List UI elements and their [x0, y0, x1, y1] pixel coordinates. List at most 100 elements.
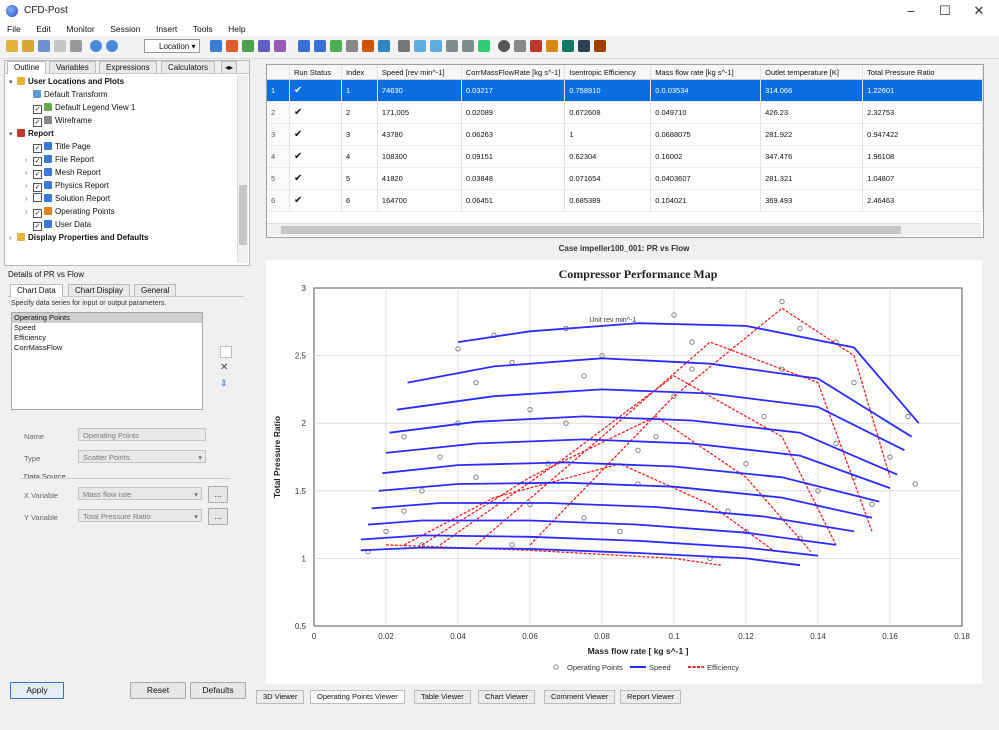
particle-icon[interactable] [258, 40, 270, 52]
column-header[interactable] [267, 65, 290, 80]
visibility-checkbox[interactable]: ✓ [33, 144, 42, 153]
delete-icon[interactable] [398, 40, 410, 52]
expand-icon[interactable]: › [25, 181, 33, 193]
type-dropdown[interactable]: Scatter Points ▾ [78, 450, 206, 463]
report-icon[interactable] [70, 40, 82, 52]
menu-monitor[interactable]: Monitor [66, 22, 94, 36]
table-row[interactable]: 2 ✔ 2 171,005 0.02089 0.672608 0.049710 426.23 2… [267, 101, 983, 124]
visibility-checkbox[interactable]: ✓ [33, 209, 42, 218]
series-item[interactable]: Speed [12, 323, 202, 333]
undo-icon[interactable] [90, 40, 102, 52]
menu-insert[interactable]: Insert [156, 22, 177, 36]
x-variable-dropdown[interactable]: Mass flow rate ▾ [78, 487, 202, 500]
redo-icon[interactable] [106, 40, 118, 52]
figure-icon[interactable] [462, 40, 474, 52]
tree-item[interactable]: › Solution Report [25, 193, 110, 205]
tab-comment-viewer[interactable]: Comment Viewer [544, 690, 616, 704]
table-row[interactable]: 5 ✔ 5 41820 0.03848 0.071654 0.0403607 281.321 1… [267, 167, 983, 190]
tab-expressions[interactable]: Expressions [99, 61, 157, 73]
maximize-button[interactable]: ☐ [931, 2, 959, 20]
y-variable-more-button[interactable]: ... [208, 508, 228, 525]
menu-help[interactable]: Help [228, 22, 245, 36]
tree-item[interactable]: ▾ User Locations and Plots [9, 76, 124, 88]
tree-item[interactable]: › ✓ Operating Points [25, 206, 115, 218]
save-icon[interactable] [38, 40, 50, 52]
series-item[interactable]: CorrMassFlow [12, 343, 202, 353]
new-series-icon[interactable] [220, 346, 232, 358]
column-header[interactable]: Outlet temperature [K] [760, 65, 864, 80]
turbo-icon[interactable] [562, 40, 574, 52]
comment-icon[interactable] [446, 40, 458, 52]
volume-render-icon[interactable] [274, 40, 286, 52]
tab-general[interactable]: General [134, 284, 177, 296]
tab-scroll-arrows[interactable]: ◂▸ [221, 61, 238, 73]
table-row[interactable]: 1 ✔ 1 74630 0.03217 0.758910 0.0.03534 314.066 1… [267, 79, 983, 102]
visibility-checkbox[interactable]: ✓ [33, 157, 42, 166]
legend-icon[interactable] [330, 40, 342, 52]
expand-icon[interactable]: › [9, 233, 17, 245]
tab-report-viewer[interactable]: Report Viewer [620, 690, 682, 704]
location-dropdown[interactable]: Location ▾ [144, 39, 200, 53]
streamline-icon[interactable] [242, 40, 254, 52]
column-header[interactable]: Run Status [289, 65, 342, 80]
column-header[interactable]: Speed [rev min^-1] [377, 65, 462, 80]
close-button[interactable]: ✕ [965, 2, 993, 20]
menu-tools[interactable]: Tools [193, 22, 213, 36]
text-icon[interactable] [298, 40, 310, 52]
chart-icon[interactable] [430, 40, 442, 52]
table-row[interactable]: 6 ✔ 6 164700 0.06451 0.685389 0.104021 369.493 2… [267, 189, 983, 212]
defaults-button[interactable]: Defaults [190, 682, 246, 699]
tab-outline[interactable]: Outline [7, 61, 47, 74]
delete-series-icon[interactable]: ✕ [220, 362, 228, 373]
column-header[interactable]: Total Pressure Ratio [862, 65, 983, 80]
tree-item[interactable]: ▾ Report [9, 128, 54, 140]
visibility-checkbox[interactable]: ✓ [33, 118, 42, 127]
reset-button[interactable]: Reset [130, 682, 186, 699]
view-icon[interactable] [578, 40, 590, 52]
y-variable-dropdown[interactable]: Total Pressure Ratio ▾ [78, 509, 202, 522]
instance-icon[interactable] [346, 40, 358, 52]
column-header[interactable]: CorrMassFlowRate [kg s^-1] [461, 65, 566, 80]
minimize-button[interactable]: – [897, 2, 925, 20]
series-item[interactable]: Operating Points [12, 313, 202, 323]
calculator-icon[interactable] [530, 40, 542, 52]
tab-chart-data[interactable]: Chart Data [10, 284, 63, 297]
outline-scrollbar[interactable] [237, 75, 248, 263]
video-icon[interactable] [478, 40, 490, 52]
tab-3d-viewer[interactable]: 3D Viewer [256, 690, 305, 704]
clip-icon[interactable] [314, 40, 326, 52]
tab-chart-viewer[interactable]: Chart Viewer [478, 690, 536, 704]
name-field[interactable]: Operating Points [78, 428, 206, 441]
tab-calculators[interactable]: Calculators [161, 61, 216, 73]
vector-icon[interactable] [210, 40, 222, 52]
column-header[interactable]: Mass flow rate [kg s^-1] [650, 65, 762, 80]
open-icon[interactable] [22, 40, 34, 52]
tab-chart-display[interactable]: Chart Display [68, 284, 131, 296]
table-row[interactable]: 4 ✔ 4 108300 0.09151 0.62304 0.16002 347.476 1.9… [267, 145, 983, 168]
scrollbar-thumb[interactable] [281, 226, 901, 234]
mesh-icon[interactable] [378, 40, 390, 52]
expand-icon[interactable]: › [25, 194, 33, 206]
apply-button[interactable]: Apply [10, 682, 64, 699]
tree-item[interactable]: ✓ Title Page [25, 141, 91, 153]
tree-item[interactable]: ✓ Default Legend View 1 [25, 102, 135, 114]
menu-file[interactable]: File [7, 22, 21, 36]
expand-icon[interactable]: › [25, 207, 33, 219]
scrollbar-thumb[interactable] [239, 185, 247, 245]
tab-variables[interactable]: Variables [49, 61, 96, 73]
new-icon[interactable] [6, 40, 18, 52]
visibility-checkbox[interactable] [33, 193, 42, 202]
series-list[interactable]: Operating Points Speed Efficiency CorrMa… [11, 312, 203, 410]
tab-operating-points-viewer[interactable]: Operating Points Viewer [310, 690, 405, 704]
tree-item[interactable]: ✓ User Data [25, 219, 91, 231]
x-variable-more-button[interactable]: ... [208, 486, 228, 503]
visibility-checkbox[interactable]: ✓ [33, 105, 42, 114]
series-item[interactable]: Efficiency [12, 333, 202, 343]
expand-icon[interactable]: ▾ [9, 77, 17, 89]
tree-item[interactable]: › ✓ Physics Report [25, 180, 109, 192]
expand-icon[interactable]: › [25, 168, 33, 180]
menu-edit[interactable]: Edit [36, 22, 51, 36]
tree-item[interactable]: › ✓ Mesh Report [25, 167, 101, 179]
column-header[interactable]: Index [341, 65, 378, 80]
tree-item[interactable]: Default Transform [25, 89, 108, 101]
